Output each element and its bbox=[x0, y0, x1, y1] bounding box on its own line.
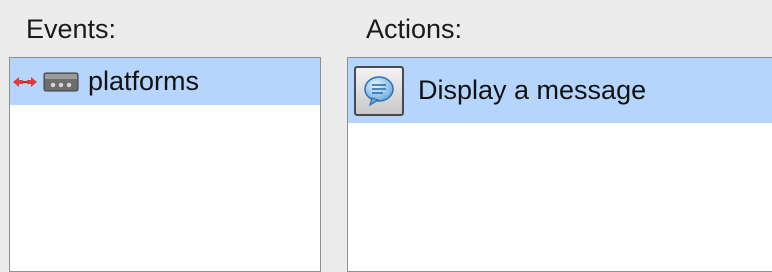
platform-object-icon bbox=[43, 72, 79, 91]
events-heading: Events: bbox=[26, 14, 117, 44]
action-item-display-message[interactable]: Display a message bbox=[348, 58, 772, 123]
event-item-label: platforms bbox=[88, 66, 200, 96]
events-list[interactable]: platforms bbox=[9, 57, 321, 272]
red-arrows-icon bbox=[13, 76, 37, 87]
event-item-platforms[interactable]: platforms bbox=[10, 58, 320, 105]
action-icon-button[interactable] bbox=[354, 65, 404, 116]
actions-heading: Actions: bbox=[366, 14, 463, 44]
message-bubble-icon bbox=[364, 75, 394, 106]
action-item-label: Display a message bbox=[418, 75, 647, 105]
actions-list[interactable]: Display a message bbox=[347, 57, 772, 272]
